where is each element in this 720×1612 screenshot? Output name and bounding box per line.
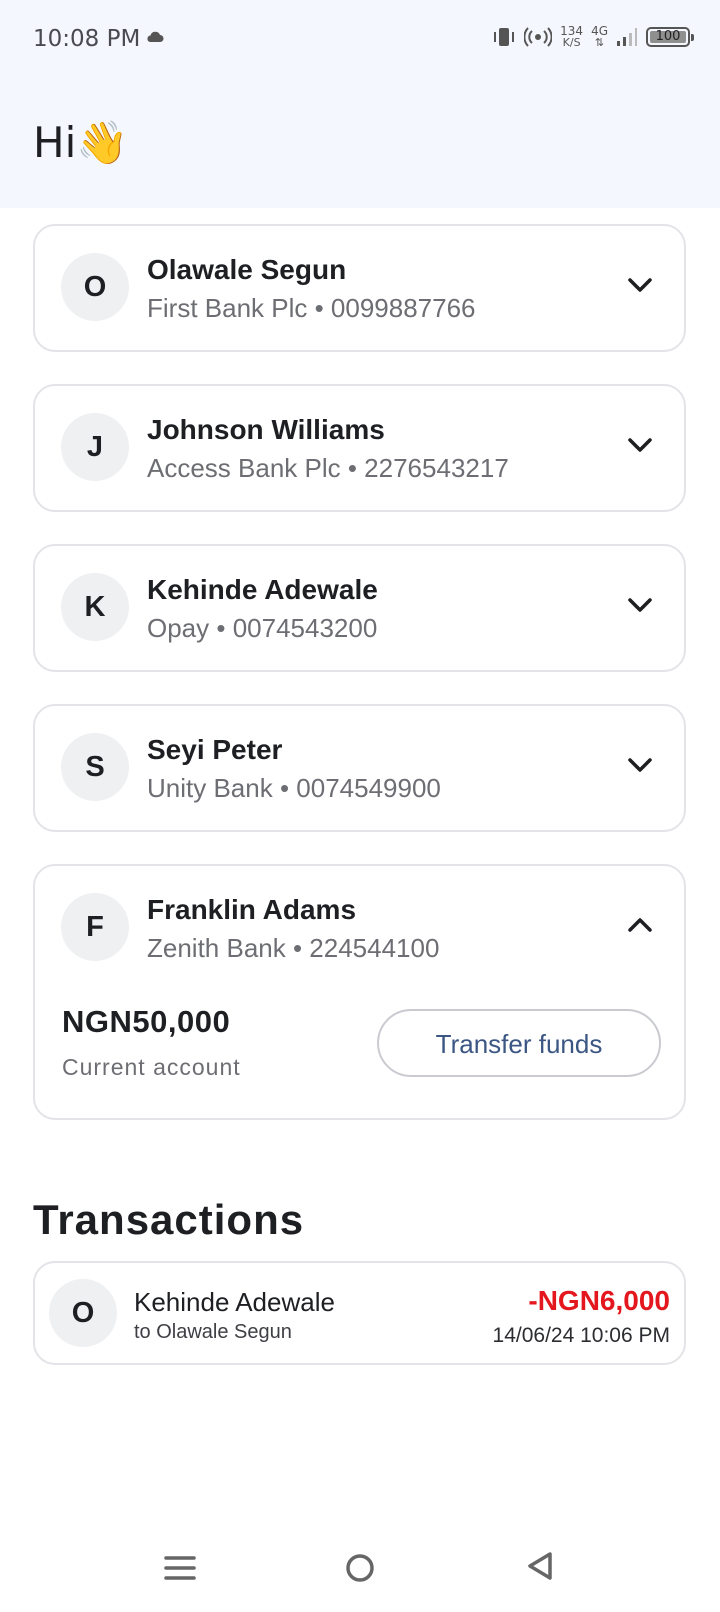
- transaction-sender: Kehinde Adewale: [134, 1287, 335, 1317]
- chevron-down-icon[interactable]: [626, 434, 654, 456]
- beneficiary-card[interactable]: K Kehinde Adewale Opay • 0074543200: [33, 544, 686, 672]
- greeting: Hi👋: [33, 118, 129, 168]
- beneficiary-card-expanded[interactable]: F Franklin Adams Zenith Bank • 224544100…: [33, 864, 686, 1120]
- avatar: K: [61, 573, 129, 641]
- beneficiary-name: Franklin Adams: [147, 894, 357, 925]
- status-icons: 134 K/S 4G ⇅ 100: [492, 24, 694, 49]
- beneficiary-details: Unity Bank • 0074549900: [147, 773, 441, 803]
- chevron-down-icon[interactable]: [626, 754, 654, 776]
- battery-icon: 100: [646, 27, 694, 47]
- transaction-date: 14/06/24 10:06 PM: [492, 1324, 670, 1347]
- avatar: S: [61, 733, 129, 801]
- transaction-item[interactable]: O Kehinde Adewale to Olawale Segun -NGN6…: [33, 1261, 686, 1365]
- net-speed: 134 K/S: [560, 24, 584, 49]
- beneficiary-name: Seyi Peter: [147, 734, 283, 765]
- transaction-recipient: to Olawale Segun: [134, 1321, 292, 1343]
- beneficiary-card[interactable]: O Olawale Segun First Bank Plc • 0099887…: [33, 224, 686, 352]
- beneficiary-details: First Bank Plc • 0099887766: [147, 293, 476, 323]
- system-navigation-bar: [0, 1520, 720, 1612]
- cloud-icon: [147, 31, 164, 42]
- account-type: Current account: [62, 1054, 241, 1080]
- greeting-text: Hi: [33, 118, 77, 167]
- account-balance: NGN50,000: [62, 1004, 231, 1039]
- transactions-title: Transactions: [33, 1196, 305, 1243]
- avatar: O: [61, 253, 129, 321]
- transaction-amount: -NGN6,000: [528, 1285, 670, 1316]
- beneficiary-details: Access Bank Plc • 2276543217: [147, 453, 509, 483]
- back-triangle-icon[interactable]: [518, 1546, 562, 1590]
- header: 10:08 PM 134 K/S 4G ⇅ 100 Hi👋: [0, 0, 720, 208]
- network-type: 4G ⇅: [591, 24, 608, 49]
- chevron-up-icon[interactable]: [626, 914, 654, 936]
- menu-icon[interactable]: [158, 1546, 202, 1590]
- beneficiary-card[interactable]: J Johnson Williams Access Bank Plc • 227…: [33, 384, 686, 512]
- avatar: O: [49, 1279, 117, 1347]
- status-time: 10:08 PM: [33, 26, 141, 52]
- beneficiary-card[interactable]: S Seyi Peter Unity Bank • 0074549900: [33, 704, 686, 832]
- signal-icon: [617, 28, 637, 46]
- beneficiary-name: Olawale Segun: [147, 254, 347, 285]
- chevron-down-icon[interactable]: [626, 594, 654, 616]
- beneficiary-name: Kehinde Adewale: [147, 574, 378, 605]
- avatar: J: [61, 413, 129, 481]
- avatar: F: [61, 893, 129, 961]
- vibrate-icon: [494, 28, 515, 46]
- chevron-down-icon[interactable]: [626, 274, 654, 296]
- status-bar: 10:08 PM 134 K/S 4G ⇅ 100: [0, 0, 720, 80]
- hotspot-icon: [524, 27, 553, 47]
- transfer-funds-button[interactable]: Transfer funds: [377, 1009, 661, 1077]
- home-circle-icon[interactable]: [338, 1546, 382, 1590]
- beneficiary-name: Johnson Williams: [147, 414, 385, 445]
- beneficiary-details: Zenith Bank • 224544100: [147, 933, 440, 963]
- beneficiary-details: Opay • 0074543200: [147, 613, 378, 643]
- waving-hand-icon: 👋: [76, 118, 129, 167]
